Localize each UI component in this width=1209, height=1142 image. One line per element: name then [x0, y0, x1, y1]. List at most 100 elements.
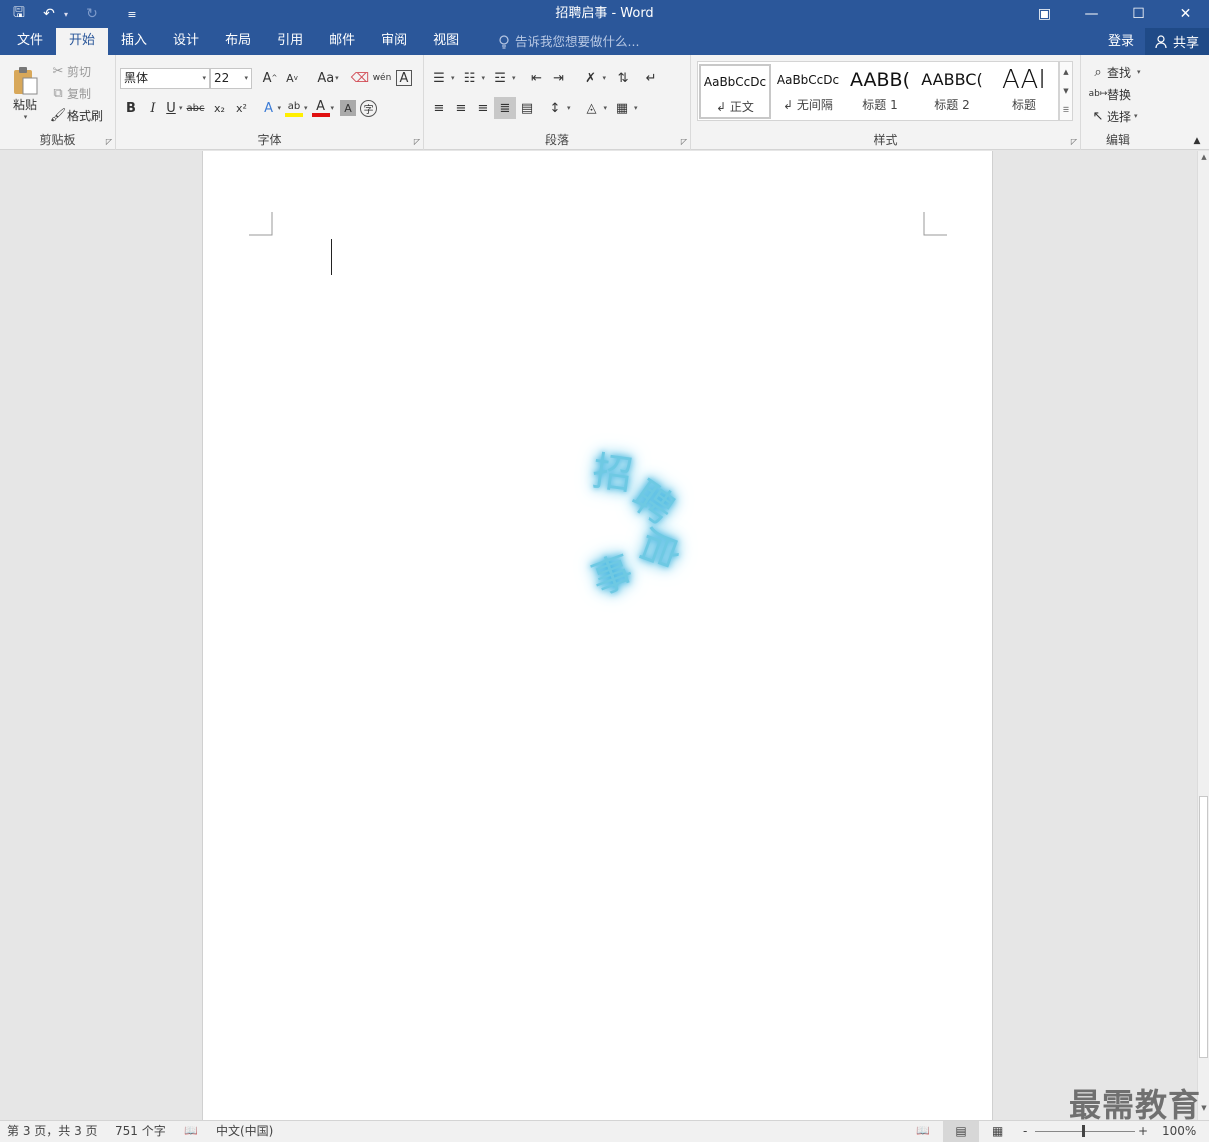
phonetic-guide-icon[interactable]: wén	[371, 67, 393, 89]
wordart-title[interactable]: 招 聘 启 事	[573, 441, 723, 621]
dialog-launcher-icon[interactable]: ◸	[106, 137, 112, 146]
tell-me-box[interactable]: 告诉我您想要做什么...	[498, 28, 639, 55]
proofing-icon[interactable]: 📖	[184, 1121, 198, 1142]
chinese-layout-icon[interactable]: ✗	[580, 67, 602, 89]
enclose-characters-icon[interactable]: 字	[360, 99, 378, 117]
highlight-icon[interactable]: ab	[285, 99, 304, 117]
align-right-icon[interactable]: ≡	[472, 97, 494, 119]
tab-file[interactable]: 文件	[4, 28, 56, 55]
font-size-combo[interactable]: 22 ▾	[210, 68, 252, 89]
grow-font-icon[interactable]: A ^	[259, 67, 281, 89]
show-marks-icon[interactable]: ↵	[640, 67, 662, 89]
chevron-down-icon[interactable]: ▼	[1063, 87, 1068, 95]
dialog-launcher-icon[interactable]: ◸	[681, 137, 687, 146]
find-button[interactable]: ⌕ 查找 ▾	[1089, 62, 1140, 82]
character-border-icon[interactable]: A	[396, 70, 412, 86]
style-heading-2[interactable]: AABBC( 标题 2	[916, 64, 988, 119]
select-button[interactable]: ↖ 选择 ▾	[1089, 106, 1138, 126]
page-count[interactable]: 第 3 页，共 3 页	[7, 1121, 98, 1142]
tab-review[interactable]: 审阅	[368, 28, 420, 55]
replace-button[interactable]: ab↦ 替换	[1089, 84, 1131, 104]
language-indicator[interactable]: 中文(中国)	[216, 1121, 273, 1142]
style-heading-1[interactable]: AABB( 标题 1	[844, 64, 916, 119]
zoom-slider[interactable]	[1035, 1131, 1135, 1132]
distributed-icon[interactable]: ▤	[516, 97, 538, 119]
undo-icon[interactable]: ↶	[38, 0, 60, 28]
borders-icon[interactable]: ▦	[611, 97, 633, 119]
sort-icon[interactable]: ⇅	[612, 67, 634, 89]
align-center-icon[interactable]: ≡	[450, 97, 472, 119]
numbering-icon[interactable]: ☷	[459, 67, 481, 89]
bullets-icon[interactable]: ☰	[428, 67, 450, 89]
strikethrough-icon[interactable]: abc	[183, 97, 209, 119]
tab-home[interactable]: 开始	[56, 28, 109, 55]
text-effects-icon[interactable]: A	[261, 97, 277, 119]
style-no-spacing[interactable]: AaBbCcDc ↲ 无间隔	[772, 64, 844, 119]
minimize-button[interactable]: —	[1068, 0, 1115, 28]
copy-button[interactable]: ⧉ 复制	[49, 83, 91, 103]
chevron-down-icon[interactable]: ▾	[567, 104, 571, 112]
shrink-font-icon[interactable]: Av	[281, 67, 303, 89]
increase-indent-icon[interactable]: ⇥	[548, 67, 570, 89]
chevron-up-icon[interactable]: ▲	[1063, 68, 1068, 76]
style-normal[interactable]: AaBbCcDc ↲ 正文	[699, 64, 771, 119]
line-spacing-icon[interactable]: ↕	[544, 97, 566, 119]
chevron-up-icon[interactable]: ▲	[1198, 153, 1209, 165]
maximize-button[interactable]: ☐	[1115, 0, 1162, 28]
dialog-launcher-icon[interactable]: ◸	[414, 137, 420, 146]
tab-mailings[interactable]: 邮件	[316, 28, 368, 55]
zoom-slider-thumb[interactable]	[1082, 1125, 1085, 1137]
redo-icon[interactable]: ↻	[72, 0, 112, 28]
styles-gallery-scroll[interactable]: ▲ ▼ ☰	[1059, 61, 1073, 121]
multilevel-list-icon[interactable]: ☲	[489, 67, 511, 89]
undo-dropdown-icon[interactable]: ▾	[60, 0, 72, 28]
share-button[interactable]: 共享	[1145, 28, 1209, 55]
character-shading-icon[interactable]: A	[340, 100, 357, 116]
ribbon-display-options-icon[interactable]: ▣	[1021, 0, 1068, 28]
chevron-down-icon[interactable]: ▾	[304, 104, 308, 112]
bold-icon[interactable]: B	[120, 97, 142, 119]
paste-button[interactable]: 粘贴 ▾	[6, 61, 44, 125]
change-case-icon[interactable]: Aa ▾	[311, 67, 345, 89]
font-name-combo[interactable]: 黑体 ▾	[120, 68, 210, 89]
sign-in-link[interactable]: 登录	[1108, 28, 1134, 55]
document-page[interactable]: 招 聘 启 事	[202, 151, 993, 1120]
dialog-launcher-icon[interactable]: ◸	[1071, 137, 1077, 146]
print-layout-icon[interactable]: ▤	[943, 1121, 979, 1142]
read-mode-icon[interactable]: 📖	[916, 1121, 930, 1142]
format-painter-button[interactable]: 🖌 格式刷	[49, 105, 103, 125]
superscript-icon[interactable]: x²	[231, 97, 253, 119]
style-title[interactable]: AAI 标题	[988, 64, 1060, 119]
align-left-icon[interactable]: ≡	[428, 97, 450, 119]
chevron-down-icon[interactable]: ▾	[634, 104, 638, 112]
subscript-icon[interactable]: x₂	[209, 97, 231, 119]
chevron-down-icon[interactable]: ▾	[331, 104, 335, 112]
italic-icon[interactable]: I	[142, 97, 164, 119]
chevron-down-icon[interactable]: ▾	[482, 74, 486, 82]
word-count[interactable]: 751 个字	[115, 1121, 166, 1142]
collapse-ribbon-icon[interactable]: ▲	[1190, 135, 1204, 147]
scrollbar-thumb[interactable]	[1199, 796, 1208, 1058]
tab-view[interactable]: 视图	[420, 28, 472, 55]
chevron-down-icon[interactable]: ▾	[604, 104, 608, 112]
underline-icon[interactable]: U	[164, 97, 178, 119]
tab-layout[interactable]: 布局	[212, 28, 264, 55]
clear-formatting-icon[interactable]: ⌫	[349, 67, 371, 89]
customize-qat-icon[interactable]: ≡	[112, 0, 152, 28]
tab-design[interactable]: 设计	[160, 28, 212, 55]
save-icon[interactable]: 🖫	[0, 0, 38, 28]
shading-bucket-icon[interactable]: ◬	[581, 97, 603, 119]
more-styles-icon[interactable]: ☰	[1063, 106, 1069, 114]
chevron-down-icon[interactable]: ▾	[278, 104, 282, 112]
chevron-down-icon[interactable]: ▾	[603, 74, 607, 82]
font-color-icon[interactable]: A	[311, 99, 330, 117]
chevron-down-icon[interactable]: ▾	[512, 74, 516, 82]
web-layout-icon[interactable]: ▦	[992, 1121, 1003, 1142]
tab-references[interactable]: 引用	[264, 28, 316, 55]
vertical-scrollbar[interactable]: ▲ ▼	[1197, 151, 1209, 1120]
chevron-down-icon[interactable]: ▾	[451, 74, 455, 82]
close-button[interactable]: ✕	[1162, 0, 1209, 28]
justify-icon[interactable]: ≣	[494, 97, 516, 119]
decrease-indent-icon[interactable]: ⇤	[526, 67, 548, 89]
zoom-out-button[interactable]: -	[1023, 1121, 1027, 1142]
